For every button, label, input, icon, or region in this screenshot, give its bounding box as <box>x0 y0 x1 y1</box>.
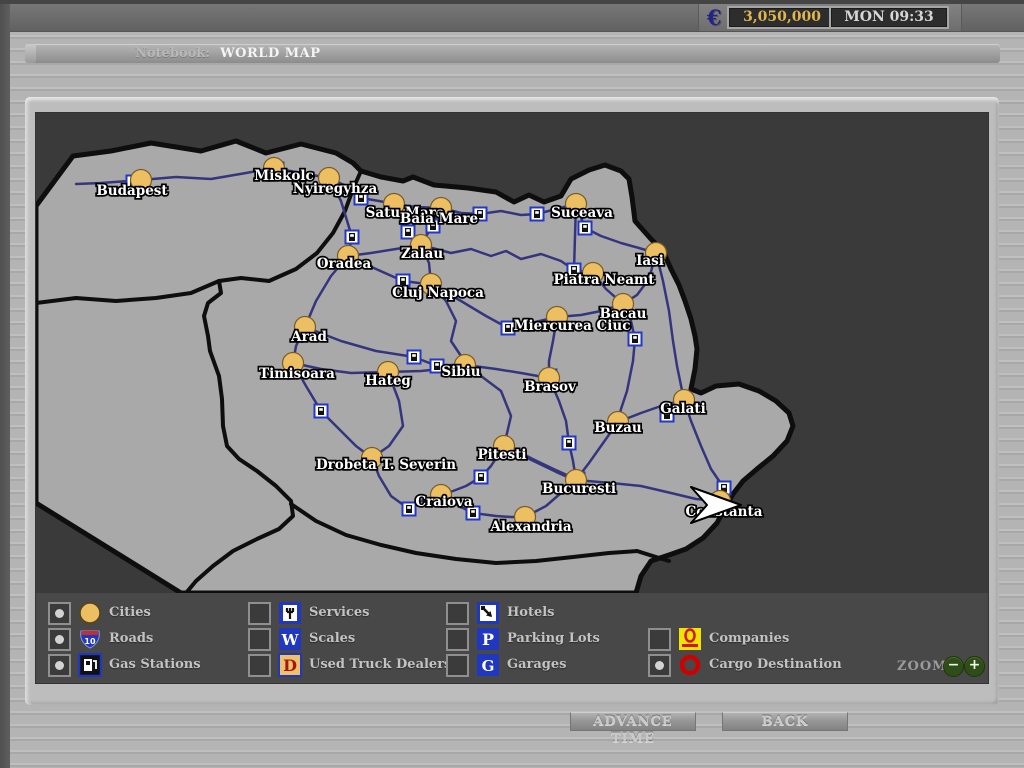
svg-text:P: P <box>482 630 494 649</box>
city-label-suceava[interactable]: Suceava <box>551 205 613 221</box>
notebook-page-panel: BudapestMiskolcNyiregyhzaSatu MareBaia M… <box>25 97 999 705</box>
checkbox-dot <box>655 661 664 670</box>
svg-text:D: D <box>283 656 297 675</box>
city-label-baia-mare[interactable]: Baia Mare <box>400 211 478 227</box>
city-label-buzau[interactable]: Buzau <box>594 420 642 436</box>
legend-label-companies: Companies <box>709 631 789 646</box>
gas-pump-icon <box>78 653 102 677</box>
legend-label-parking-lots: Parking Lots <box>507 631 600 646</box>
checkbox-dot <box>55 661 64 670</box>
city-label-arad[interactable]: Arad <box>290 329 327 345</box>
city-label-pitesti[interactable]: Pitesti <box>477 447 526 463</box>
city-label-cluj-napoca[interactable]: Cluj Napoca <box>392 285 484 301</box>
legend-label-cargo-destination: Cargo Destination <box>709 657 842 672</box>
city-label-drobeta-t-severin[interactable]: Drobeta T. Severin <box>316 457 456 473</box>
services-fork-icon <box>278 601 302 625</box>
company-logo-icon <box>678 627 702 651</box>
scales-w-icon: W <box>278 627 302 651</box>
currency-euro-icon: € <box>707 5 722 30</box>
page-title: Notebook: WORLD MAP <box>135 44 321 63</box>
legend-checkbox-services[interactable] <box>248 602 271 625</box>
city-label-timisoara[interactable]: Timisoara <box>259 366 335 382</box>
legend-checkbox-garages[interactable] <box>446 654 469 677</box>
svg-text:G: G <box>482 657 495 675</box>
game-time-display: MON 09:33 <box>829 6 949 29</box>
top-status-bar: € 3,050,000 MON 09:33 <box>10 4 1024 32</box>
city-label-zalau[interactable]: Zalau <box>401 246 443 262</box>
map-gas-station-icon[interactable] <box>408 351 421 364</box>
map-gas-station-icon[interactable] <box>629 333 642 346</box>
legend-checkbox-scales[interactable] <box>248 628 271 651</box>
map-gas-station-icon[interactable] <box>402 226 415 239</box>
advance-time-button[interactable]: ADVANCE TIME <box>570 712 696 731</box>
legend-label-hotels: Hotels <box>507 605 555 620</box>
back-button[interactable]: BACK <box>722 712 848 731</box>
legend-label-used-truck-dealers: Used Truck Dealers <box>309 657 451 672</box>
legend-checkbox-gas-stations[interactable] <box>48 654 71 677</box>
city-label-brasov[interactable]: Brasov <box>524 379 577 395</box>
money-display: 3,050,000 <box>727 6 832 29</box>
road-shield-icon: 10 <box>78 627 102 651</box>
city-label-oradea[interactable]: Oradea <box>317 256 372 272</box>
legend-label-garages: Garages <box>507 657 566 672</box>
notebook-header-bar: Notebook: WORLD MAP <box>25 44 1000 63</box>
notebook-label: Notebook: <box>135 46 210 61</box>
svg-text:10: 10 <box>84 637 96 646</box>
map-gas-station-icon[interactable] <box>502 322 515 335</box>
legend-checkbox-parking-lots[interactable] <box>446 628 469 651</box>
legend-label-services: Services <box>309 605 370 620</box>
legend-checkbox-cities[interactable] <box>48 602 71 625</box>
hotel-arrow-icon <box>476 601 500 625</box>
svg-text:W: W <box>281 631 300 649</box>
city-label-sibiu[interactable]: Sibiu <box>441 364 480 380</box>
city-label-piatra-neamt[interactable]: Piatra Neamt <box>553 272 655 288</box>
legend-label-scales: Scales <box>309 631 355 646</box>
legend-label-roads: Roads <box>109 631 153 646</box>
world-map-title: WORLD MAP <box>220 46 320 61</box>
map-gas-station-icon[interactable] <box>315 405 328 418</box>
map-gas-station-icon[interactable] <box>475 471 488 484</box>
checkbox-dot <box>55 609 64 618</box>
legend-checkbox-companies[interactable] <box>648 628 671 651</box>
city-label-hateg[interactable]: Hateg <box>365 373 411 389</box>
map-gas-station-icon[interactable] <box>579 222 592 235</box>
hud-money-time-tab: € 3,050,000 MON 09:33 <box>698 4 962 31</box>
legend-checkbox-hotels[interactable] <box>446 602 469 625</box>
map-gas-station-icon[interactable] <box>531 208 544 221</box>
parking-p-icon: P <box>476 627 500 651</box>
city-label-alexandria[interactable]: Alexandria <box>489 519 571 535</box>
city-label-galati[interactable]: Galati <box>660 401 706 417</box>
legend-checkbox-cargo-destination[interactable] <box>648 654 671 677</box>
checkbox-dot <box>55 635 64 644</box>
city-icon <box>78 601 102 625</box>
map-gas-station-icon[interactable] <box>403 503 416 516</box>
city-label-craiova[interactable]: Craiova <box>415 494 473 510</box>
world-map[interactable]: BudapestMiskolcNyiregyhzaSatu MareBaia M… <box>36 113 988 593</box>
city-label-iasi[interactable]: Iasi <box>636 253 664 269</box>
zoom-out-button[interactable]: − <box>943 656 964 677</box>
city-label-bucuresti[interactable]: Bucuresti <box>542 481 616 497</box>
dealer-d-icon: D <box>278 653 302 677</box>
legend-label-cities: Cities <box>109 605 151 620</box>
legend-checkbox-roads[interactable] <box>48 628 71 651</box>
zoom-in-button[interactable]: + <box>964 656 985 677</box>
city-label-miercurea-ciuc[interactable]: Miercurea Ciuc <box>514 318 631 334</box>
legend-label-gas-stations: Gas Stations <box>109 657 201 672</box>
garage-g-icon: G <box>476 653 500 677</box>
map-and-legend-panel: BudapestMiskolcNyiregyhzaSatu MareBaia M… <box>35 112 989 684</box>
map-gas-station-icon[interactable] <box>346 231 359 244</box>
window-left-edge <box>0 0 10 768</box>
map-gas-station-icon[interactable] <box>563 437 576 450</box>
legend-checkbox-used-truck-dealers[interactable] <box>248 654 271 677</box>
city-label-nyiregyhza[interactable]: Nyiregyhza <box>293 181 378 197</box>
city-label-budapest[interactable]: Budapest <box>96 183 168 199</box>
zoom-label: ZOOM <box>897 659 948 674</box>
header-bar-cap <box>25 44 36 63</box>
cargo-ring-icon <box>678 653 702 677</box>
